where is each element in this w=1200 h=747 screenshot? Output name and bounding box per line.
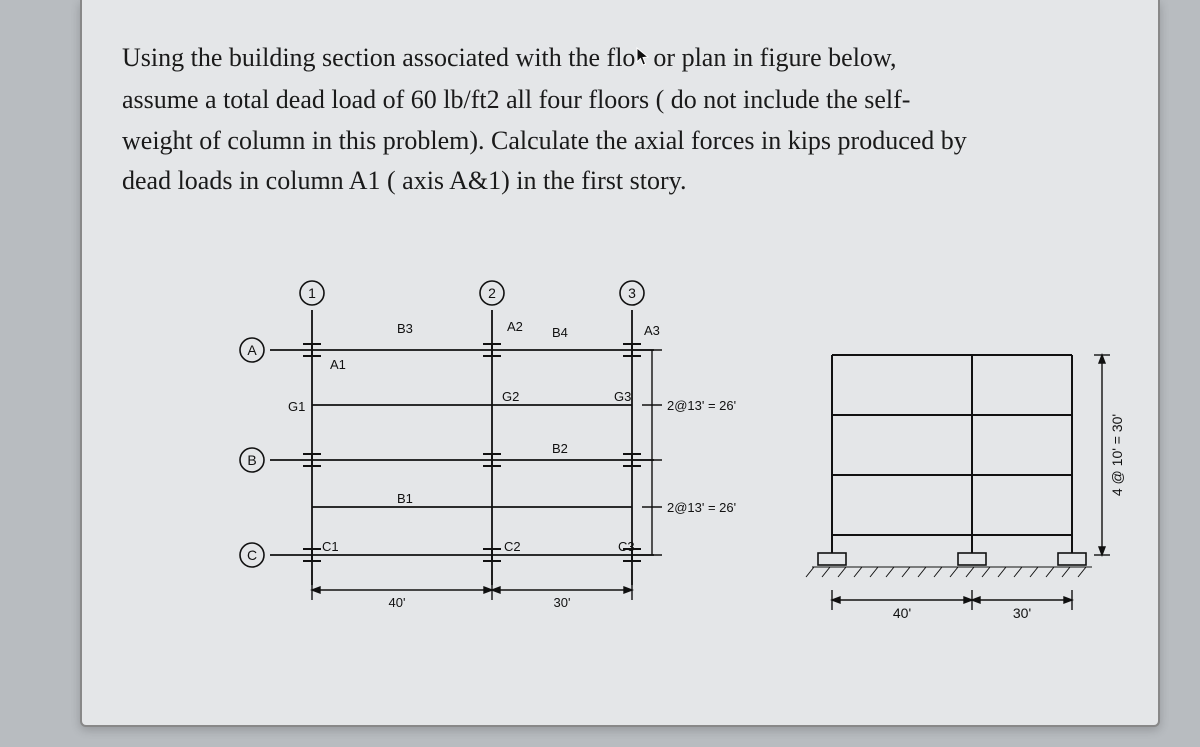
problem-statement: Using the building section associated wi… — [122, 38, 1118, 201]
building-section: 40' 30' 4 @ 10' = 30' — [802, 315, 1142, 675]
label-B1: B1 — [397, 491, 413, 506]
label-G2: G2 — [502, 389, 519, 404]
dim-span1: 40' — [389, 595, 406, 610]
label-C2: C2 — [504, 539, 521, 554]
grid-letter-A: A — [240, 338, 264, 362]
label-A2: A2 — [507, 319, 523, 334]
label-A1: A1 — [330, 357, 346, 372]
label-G3: G3 — [614, 389, 631, 404]
grid-number-2: 2 — [480, 281, 504, 305]
grid-A-label: A — [247, 342, 257, 358]
grid-C-label: C — [247, 547, 257, 563]
label-B4: B4 — [552, 325, 568, 340]
floor-plan: 1 2 3 A B C — [222, 275, 782, 675]
problem-line1b: or plan in figure below, — [653, 43, 896, 72]
page-container: columns Using the building section assoc… — [80, 0, 1160, 727]
problem-line4: dead loads in column A1 ( axis A&1) in t… — [122, 166, 686, 195]
label-G1: G1 — [288, 399, 305, 414]
label-B3: B3 — [397, 321, 413, 336]
dim-span2: 30' — [554, 595, 571, 610]
problem-line2: assume a total dead load of 60 lb/ft2 al… — [122, 85, 910, 114]
elev-height: 4 @ 10' = 30' — [1109, 414, 1125, 496]
grid-number-3: 3 — [620, 281, 644, 305]
label-A3: A3 — [644, 323, 660, 338]
grid-num-1-label: 1 — [308, 285, 316, 301]
cropped-word: columns — [292, 0, 380, 2]
grid-num-3-label: 3 — [628, 285, 636, 301]
grid-number-1: 1 — [300, 281, 324, 305]
label-C1: C1 — [322, 539, 339, 554]
dim-bay2: 2@13' = 26' — [667, 500, 736, 515]
dim-bay1: 2@13' = 26' — [667, 398, 736, 413]
elev-span1: 40' — [893, 605, 911, 621]
label-B2: B2 — [552, 441, 568, 456]
grid-letter-C: C — [240, 543, 264, 567]
cursor-icon — [635, 40, 653, 80]
label-C3: C3 — [618, 539, 635, 554]
grid-num-2-label: 2 — [488, 285, 496, 301]
figures: 1 2 3 A B C — [222, 275, 1122, 705]
elev-span2: 30' — [1013, 605, 1031, 621]
grid-letter-B: B — [240, 448, 264, 472]
grid-B-label: B — [247, 452, 256, 468]
problem-line3: weight of column in this problem). Calcu… — [122, 126, 967, 155]
problem-line1a: Using the building section associated wi… — [122, 43, 635, 72]
